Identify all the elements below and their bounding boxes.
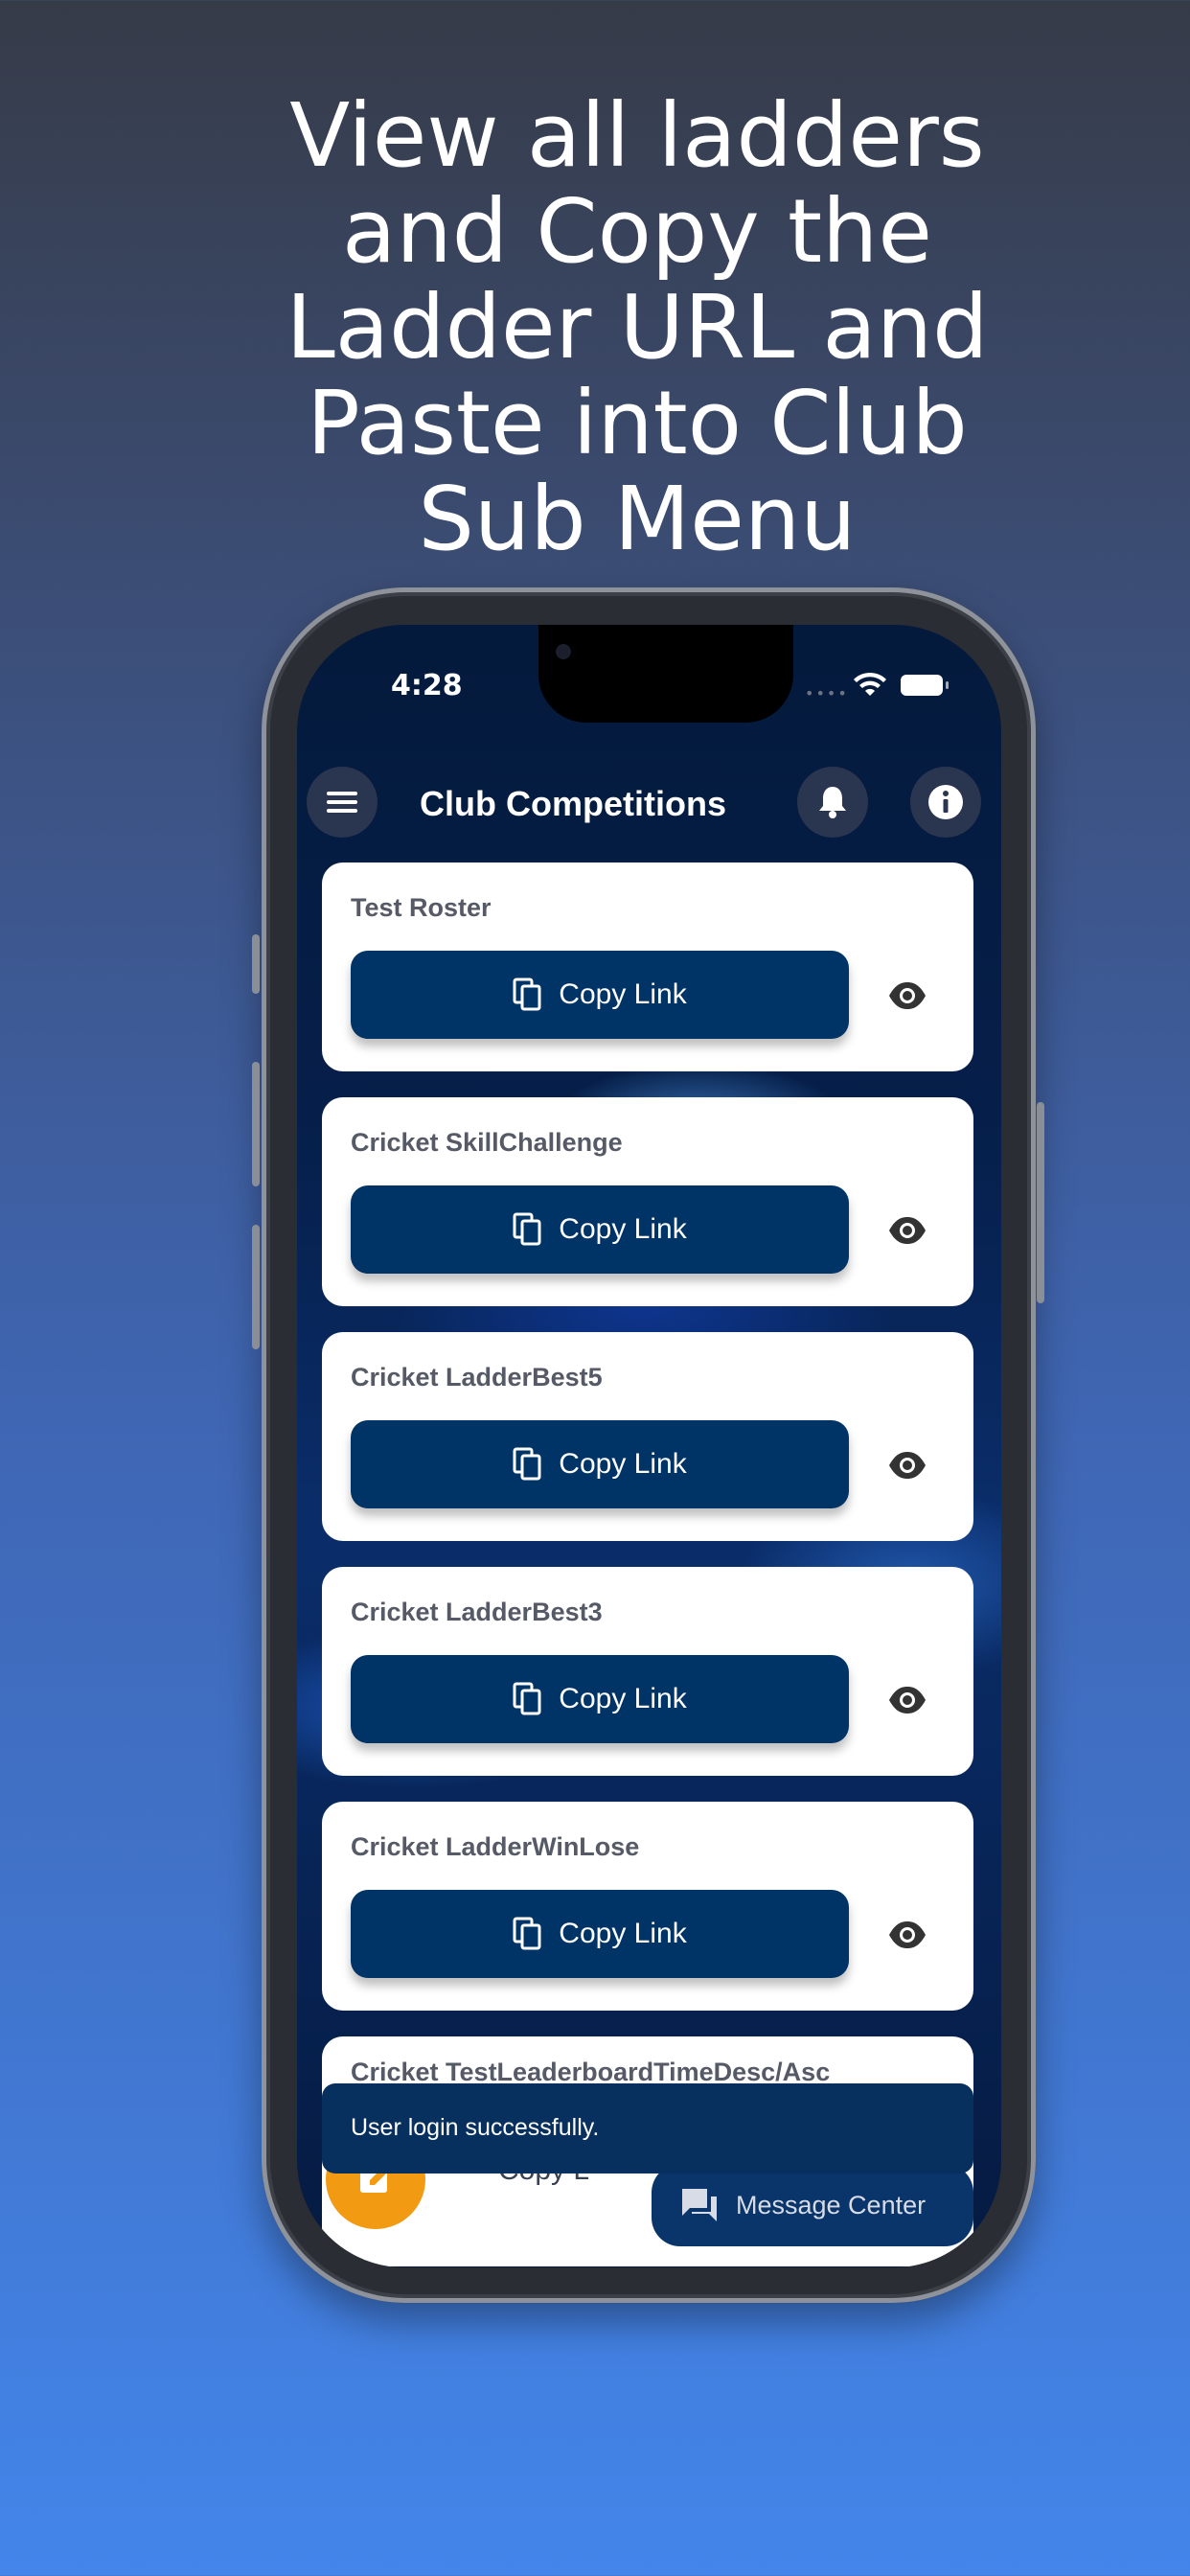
phone-screen: 4:28 •••• Club Competitions Test Roster … xyxy=(297,625,1001,2267)
ladder-title: Test Roster xyxy=(351,893,492,922)
copy-icon xyxy=(513,1447,541,1481)
copy-link-button[interactable]: Copy Link xyxy=(351,1655,849,1743)
page-title: Club Competitions xyxy=(420,784,726,823)
ladder-card: Cricket LadderWinLose Copy Link xyxy=(322,1802,973,2011)
battery-icon xyxy=(901,675,949,696)
eye-icon[interactable] xyxy=(887,1680,927,1720)
copy-link-label: Copy Link xyxy=(559,1683,687,1714)
signal-icon: •••• xyxy=(805,684,849,702)
menu-button[interactable] xyxy=(307,767,378,838)
ladder-card: Test Roster Copy Link xyxy=(322,862,973,1071)
message-center-label: Message Center xyxy=(736,2191,927,2220)
camera-icon xyxy=(556,644,571,659)
snackbar: User login successfully. xyxy=(322,2083,973,2174)
copy-link-label: Copy Link xyxy=(559,1918,687,1949)
headline-line-3: Ladder URL and xyxy=(286,276,989,379)
copy-link-button[interactable]: Copy Link xyxy=(351,1185,849,1274)
message-center-button[interactable]: Message Center xyxy=(652,2164,973,2246)
ladder-card: Cricket SkillChallenge Copy Link xyxy=(322,1097,973,1306)
status-time: 4:28 xyxy=(391,669,463,702)
snackbar-message: User login successfully. xyxy=(351,2114,600,2141)
bell-icon xyxy=(819,787,846,818)
copy-icon xyxy=(513,978,541,1011)
side-button xyxy=(252,934,260,994)
menu-icon xyxy=(327,792,357,813)
copy-icon xyxy=(513,1917,541,1950)
info-button[interactable] xyxy=(910,767,981,838)
ladder-title: Cricket LadderBest5 xyxy=(351,1363,603,1392)
power-button xyxy=(1037,1102,1044,1303)
eye-icon[interactable] xyxy=(887,1210,927,1251)
ladder-title: Cricket LadderBest3 xyxy=(351,1598,603,1626)
eye-icon[interactable] xyxy=(887,1445,927,1485)
ladder-title: Cricket SkillChallenge xyxy=(351,1128,623,1157)
ladder-card: Cricket LadderBest5 Copy Link xyxy=(322,1332,973,1541)
headline: View all ladders and Copy the Ladder URL… xyxy=(0,88,1190,567)
eye-icon[interactable] xyxy=(887,976,927,1016)
headline-line-1: View all ladders xyxy=(289,84,985,187)
copy-icon xyxy=(513,1682,541,1715)
chat-icon xyxy=(682,2189,717,2221)
info-icon xyxy=(928,785,963,819)
headline-line-2: and Copy the xyxy=(342,180,932,283)
volume-up-button xyxy=(252,1062,260,1186)
eye-icon[interactable] xyxy=(887,1915,927,1955)
copy-link-button[interactable]: Copy Link xyxy=(351,951,849,1039)
copy-link-label: Copy Link xyxy=(559,978,687,1010)
headline-line-5: Sub Menu xyxy=(418,468,857,570)
app-bar: Club Competitions xyxy=(297,757,1001,853)
copy-icon xyxy=(513,1212,541,1246)
notifications-button[interactable] xyxy=(797,767,868,838)
dynamic-island xyxy=(538,625,793,723)
copy-link-label: Copy Link xyxy=(559,1213,687,1245)
status-icons: •••• xyxy=(805,671,958,702)
copy-link-label: Copy Link xyxy=(559,1448,687,1480)
headline-line-4: Paste into Club xyxy=(307,372,968,474)
ladder-title: Cricket LadderWinLose xyxy=(351,1832,640,1861)
volume-down-button xyxy=(252,1225,260,1349)
copy-link-button[interactable]: Copy Link xyxy=(351,1890,849,1978)
wifi-icon xyxy=(854,672,886,696)
copy-link-button[interactable]: Copy Link xyxy=(351,1420,849,1508)
ladder-card: Cricket LadderBest3 Copy Link xyxy=(322,1567,973,1776)
